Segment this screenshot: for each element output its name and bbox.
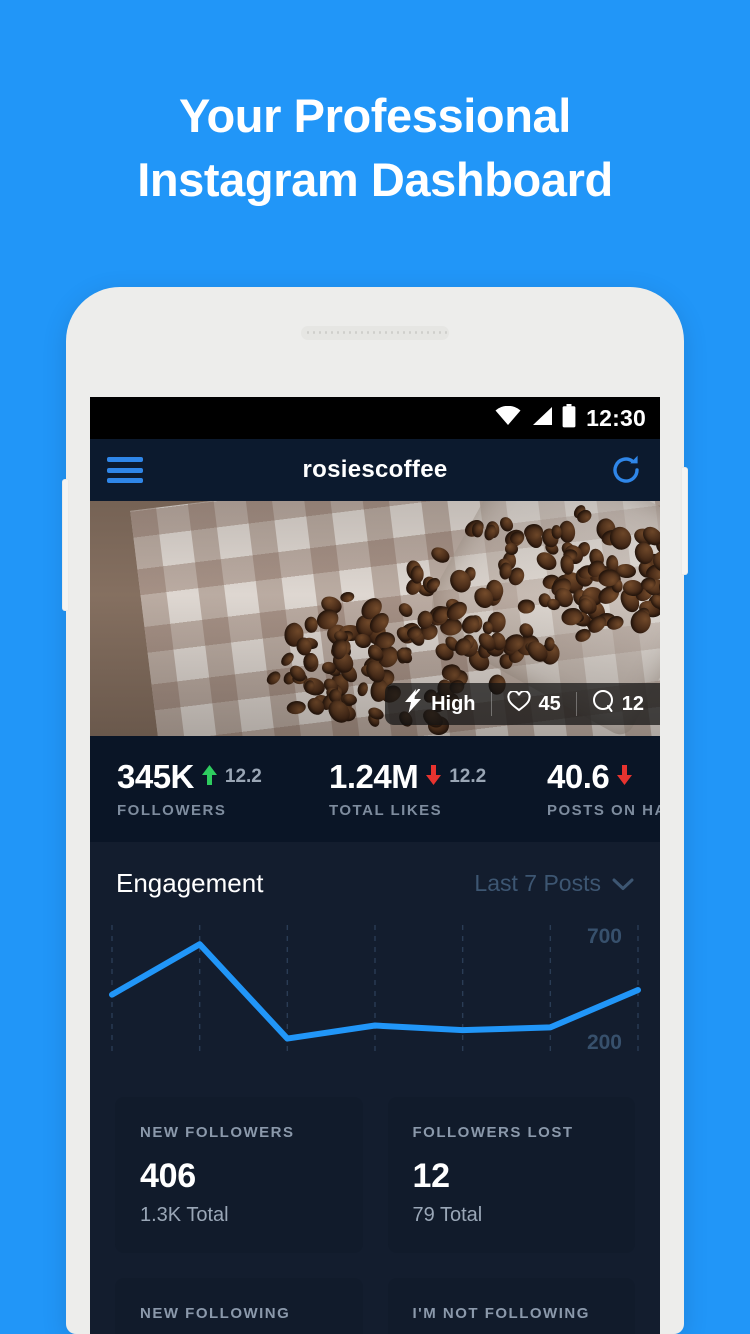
arrow-up-icon <box>201 764 218 791</box>
card-value: 406 <box>140 1157 196 1195</box>
stat-value: 40.6 <box>547 758 610 795</box>
stat-delta: 12.2 <box>449 766 487 787</box>
card-subtext: 79 Total <box>412 1204 483 1226</box>
post-stats-badge: High 45 12 <box>385 683 660 725</box>
metric-card-grid-row-1: NEW FOLLOWERS 406 1.3K Total FOLLOWERS L… <box>90 1053 660 1253</box>
status-bar: 12:30 <box>90 397 660 439</box>
chart-ytick-low: 200 <box>586 1031 622 1054</box>
stat-posts-on-hashtag[interactable]: 40.6 POSTS ON HA <box>520 758 660 819</box>
stat-label: POSTS ON HA <box>547 802 660 819</box>
chart-ytick-high: 700 <box>586 925 622 948</box>
engagement-line-chart <box>90 925 660 1051</box>
chevron-down-icon <box>612 870 634 897</box>
headline-line-1: Your Professional <box>179 89 571 142</box>
card-subtext: 1.3K Total <box>140 1204 229 1226</box>
account-title: rosiescoffee <box>302 456 448 483</box>
lightning-bolt-icon <box>403 688 423 719</box>
stat-label: TOTAL LIKES <box>329 802 443 819</box>
engagement-title: Engagement <box>116 868 264 898</box>
app-bar: rosiescoffee <box>90 439 660 501</box>
comments-count: 12 <box>621 692 644 715</box>
card-followers-lost[interactable]: FOLLOWERS LOST 12 79 Total <box>387 1097 635 1253</box>
featured-post-photo[interactable]: High 45 12 <box>90 501 660 736</box>
headline-line-2: Instagram Dashboard <box>137 153 613 206</box>
card-label: NEW FOLLOWING <box>140 1305 291 1322</box>
post-range-label: Last 7 Posts <box>474 870 601 896</box>
comments-stat: 12 <box>577 690 644 718</box>
post-range-dropdown[interactable]: Last 7 Posts <box>474 870 634 897</box>
status-bar-clock: 12:30 <box>586 404 646 431</box>
card-new-following[interactable]: NEW FOLLOWING <box>115 1278 363 1334</box>
metric-card-grid-row-2: NEW FOLLOWING I'M NOT FOLLOWING <box>90 1253 660 1334</box>
stat-total-likes[interactable]: 1.24M 12.2 TOTAL LIKES <box>302 758 520 819</box>
stat-followers[interactable]: 345K 12.2 FOLLOWERS <box>90 758 302 819</box>
earpiece-speaker-grille <box>301 326 449 340</box>
stat-label: FOLLOWERS <box>117 802 227 819</box>
engagement-chart[interactable]: 700 200 <box>90 923 660 1054</box>
engagement-level: High <box>403 688 490 719</box>
engagement-level-label: High <box>431 692 476 715</box>
likes-count: 45 <box>538 692 561 715</box>
volume-button[interactable] <box>62 479 69 611</box>
battery-icon <box>562 403 576 433</box>
page-headline: Your Professional Instagram Dashboard <box>0 84 750 212</box>
phone-screen: 12:30 rosiescoffee High 45 12 345K 12.2 … <box>90 397 660 1334</box>
engagement-header: Engagement Last 7 Posts <box>90 868 660 899</box>
stat-value: 1.24M <box>329 758 419 795</box>
arrow-down-icon <box>425 764 442 791</box>
wifi-icon <box>495 405 521 431</box>
arrow-down-icon <box>616 764 633 791</box>
power-button[interactable] <box>681 467 688 575</box>
likes-stat: 45 <box>492 689 576 718</box>
card-value: 12 <box>412 1157 451 1195</box>
card-label: NEW FOLLOWERS <box>140 1124 295 1141</box>
heart-icon <box>506 689 531 718</box>
phone-mockup: 12:30 rosiescoffee High 45 12 345K 12.2 … <box>62 287 688 1334</box>
card-label: FOLLOWERS LOST <box>412 1124 574 1141</box>
engagement-panel: Engagement Last 7 Posts 700 200 NEW FOLL… <box>90 842 660 1334</box>
refresh-icon[interactable] <box>607 451 645 489</box>
stat-delta: 12.2 <box>224 766 262 787</box>
signal-icon <box>530 406 553 431</box>
card-new-followers[interactable]: NEW FOLLOWERS 406 1.3K Total <box>115 1097 363 1253</box>
hamburger-menu-icon[interactable] <box>107 457 143 483</box>
card-label: I'M NOT FOLLOWING <box>412 1305 590 1322</box>
card-im-not-following[interactable]: I'M NOT FOLLOWING <box>387 1278 635 1334</box>
comment-bubble-icon <box>592 690 614 718</box>
stat-value: 345K <box>117 758 194 795</box>
summary-stats-row: 345K 12.2 FOLLOWERS 1.24M 12.2 TOTAL LIK… <box>90 736 660 842</box>
